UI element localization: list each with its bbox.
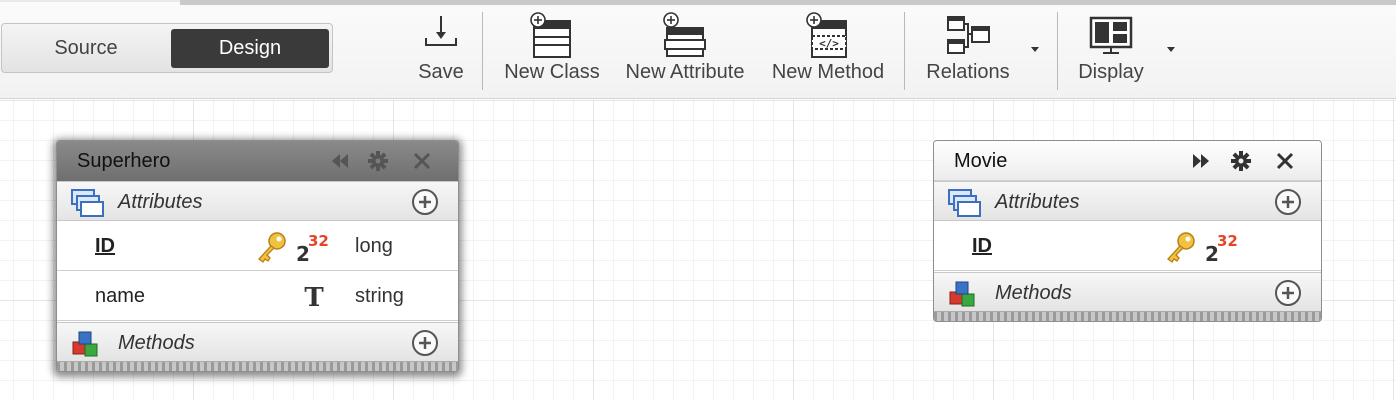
attributes-section-header[interactable]: Attributes [57,181,458,221]
new-method-icon: </> [806,12,847,58]
svg-text:32: 32 [308,232,329,250]
entity-title: Movie [954,150,1008,172]
save-button[interactable]: Save [408,10,474,90]
add-method-icon[interactable] [411,329,439,357]
source-mode-button[interactable]: Source [6,29,166,68]
attribute-name: ID [95,235,115,257]
close-icon[interactable] [1274,151,1296,171]
display-dropdown-icon[interactable] [1167,47,1175,52]
relations-dropdown-icon[interactable] [1031,47,1039,52]
entity-resize-handle[interactable] [57,361,458,371]
svg-text:T: T [304,283,324,311]
close-icon[interactable] [411,151,433,171]
attributes-icon [948,189,981,217]
expand-right-icon[interactable] [1190,151,1212,171]
entity-header[interactable]: Superhero [57,141,458,181]
collapse-left-icon[interactable] [329,151,351,171]
attributes-icon [71,189,104,217]
entity-movie[interactable]: Movie Attributes ID 2 32 Methods [933,140,1322,322]
gear-icon[interactable] [1230,151,1252,171]
entity-header[interactable]: Movie [934,141,1321,181]
attribute-row[interactable]: ID 2 32 long [57,221,458,271]
methods-section-header[interactable]: Methods [57,322,458,362]
relations-icon [947,16,990,54]
add-attribute-icon[interactable] [1274,188,1302,216]
toolbar-divider [482,12,483,90]
svg-text:</>: </> [819,37,839,50]
methods-blocks-icon [949,281,975,307]
save-download-icon [425,16,457,46]
gear-icon[interactable] [367,151,389,171]
methods-section-header[interactable]: Methods [934,272,1321,312]
new-class-label: New Class [504,61,600,83]
new-attribute-label: New Attribute [625,61,745,83]
text-T-icon: T [304,283,324,311]
new-class-button[interactable]: New Class [497,10,607,90]
svg-text:32: 32 [1217,232,1238,250]
display-label: Display [1078,61,1144,83]
add-attribute-icon[interactable] [411,188,439,216]
entity-superhero[interactable]: Superhero Attributes ID 2 32 long name T… [56,140,459,372]
entity-title: Superhero [77,150,171,172]
relations-label: Relations [926,61,1010,83]
methods-blocks-icon [72,331,98,357]
toolbar-divider [904,12,905,90]
new-class-icon [530,12,571,58]
tab-strip [0,0,180,2]
attribute-name: ID [972,235,992,257]
attributes-label: Attributes [995,191,1080,213]
methods-label: Methods [995,282,1072,304]
integer-2-32-icon: 2 32 [1205,232,1238,263]
attribute-row[interactable]: ID 2 32 [934,221,1321,271]
attribute-row[interactable]: name T string [57,271,458,321]
display-layout-icon [1089,16,1133,54]
mode-switch: Source Design [1,23,333,73]
attributes-section-header[interactable]: Attributes [934,181,1321,221]
attribute-type: string [355,285,404,307]
integer-2-32-icon: 2 32 [296,232,329,263]
methods-label: Methods [118,332,195,354]
primary-key-icon [1167,232,1195,263]
save-label: Save [418,61,464,83]
display-button[interactable]: Display [1068,10,1154,90]
add-method-icon[interactable] [1274,279,1302,307]
top-border [180,0,1396,5]
attributes-label: Attributes [118,191,203,213]
toolbar: Source Design Save New Class New Attribu… [0,0,1396,99]
attribute-type: long [355,235,393,257]
new-method-button[interactable]: </> New Method [763,10,893,90]
entity-resize-handle[interactable] [934,311,1321,321]
new-method-label: New Method [771,61,885,83]
relations-button[interactable]: Relations [918,10,1018,90]
new-attribute-icon [663,12,706,57]
new-attribute-button[interactable]: New Attribute [617,10,753,90]
design-mode-button[interactable]: Design [171,29,329,68]
toolbar-divider [1057,12,1058,90]
primary-key-icon [258,232,286,263]
attribute-name: name [95,285,146,307]
